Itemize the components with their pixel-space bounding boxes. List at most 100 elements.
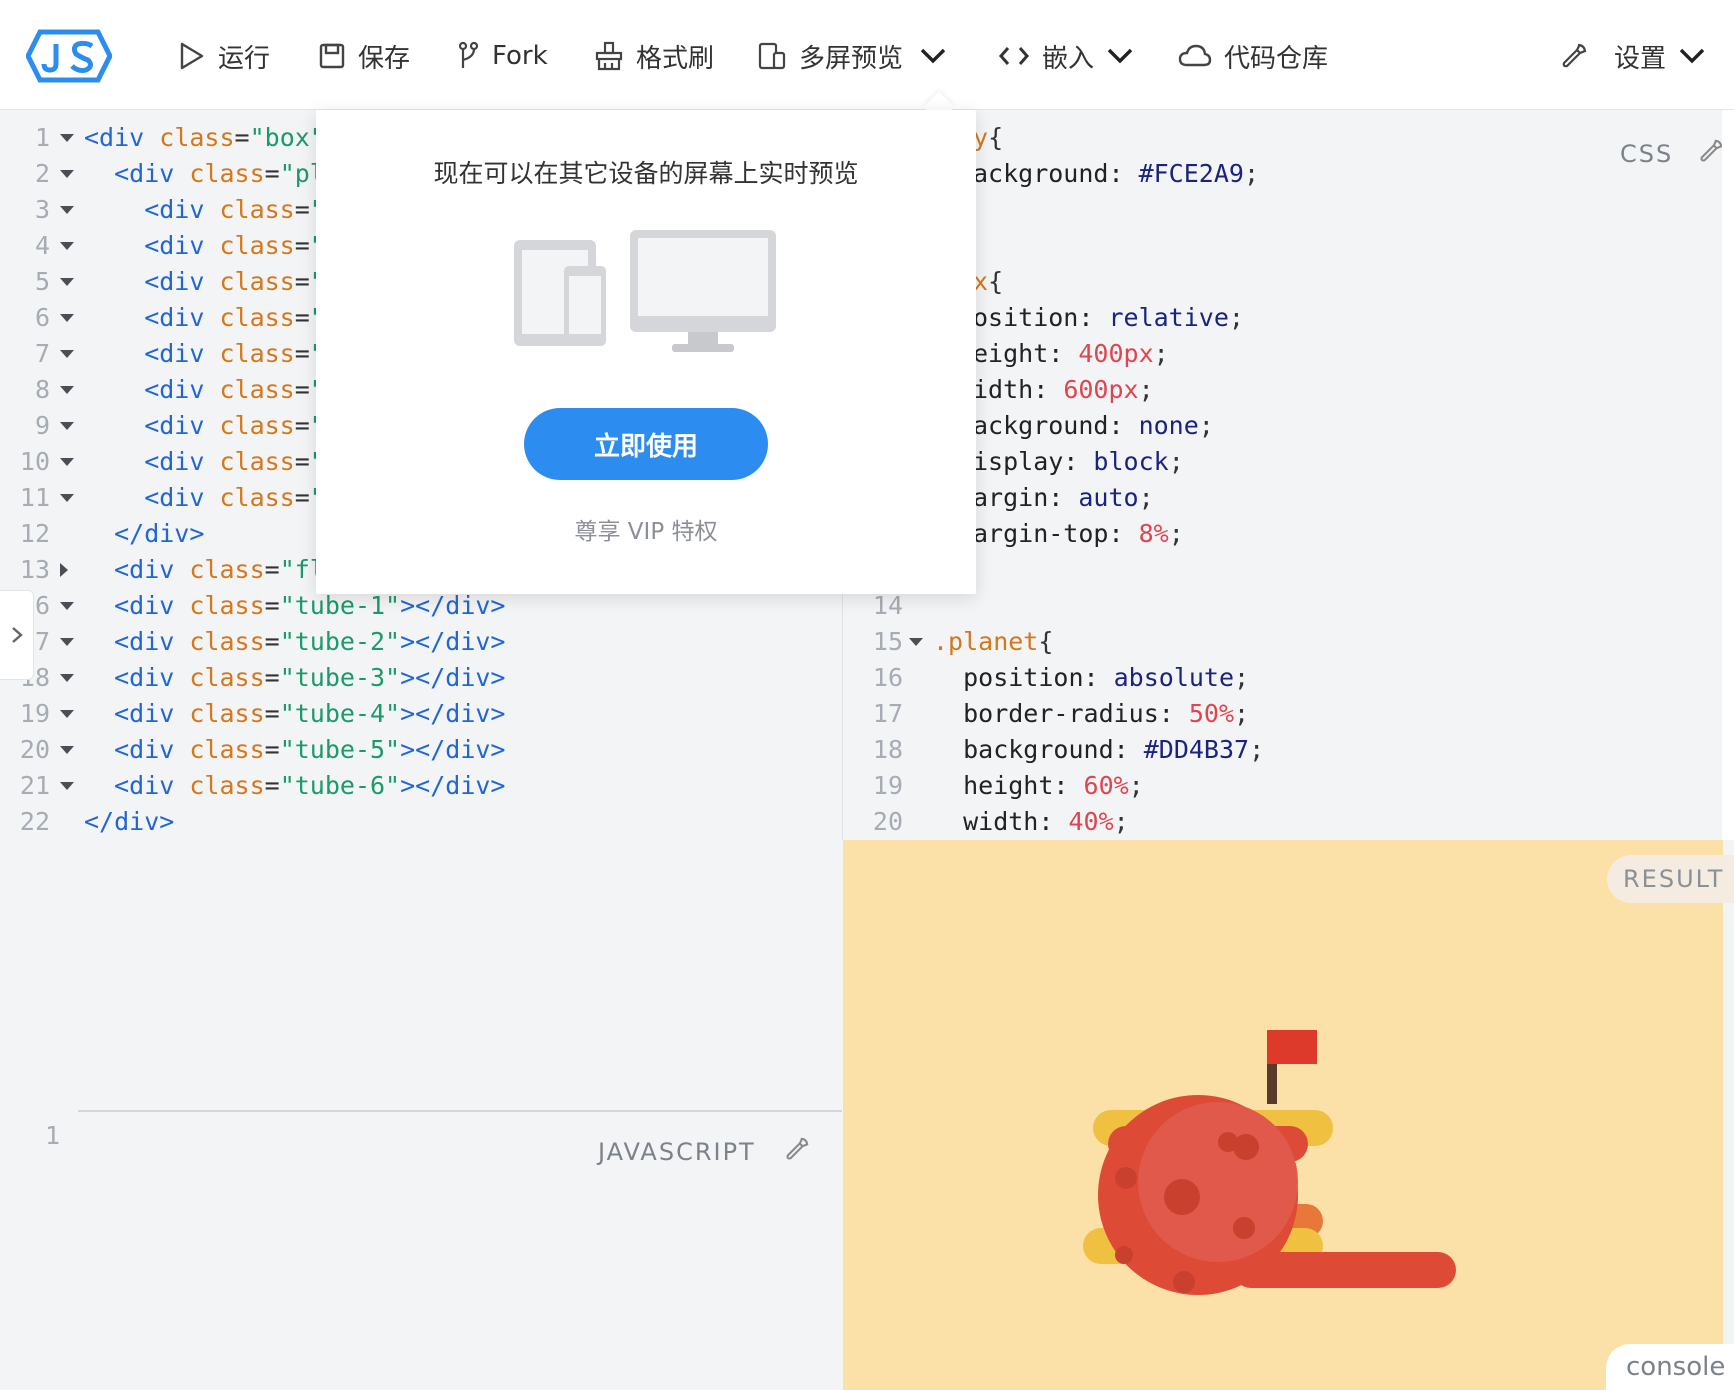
- fold-open-icon[interactable]: [60, 278, 74, 286]
- code-token: border-radius:: [933, 699, 1189, 728]
- code-token: ;: [1128, 771, 1144, 800]
- code-token: =: [294, 195, 310, 224]
- js-panel-label: JAVASCRIPT: [598, 1138, 756, 1166]
- fold-open-icon[interactable]: [60, 710, 74, 718]
- use-now-button[interactable]: 立即使用: [524, 408, 768, 480]
- js-settings-icon[interactable]: [784, 1136, 810, 1162]
- result-label[interactable]: RESULT: [1607, 855, 1734, 903]
- wrench-icon: [1562, 43, 1587, 68]
- code-token: =: [294, 483, 310, 512]
- line-number: 8: [34, 375, 50, 404]
- code-token: =: [264, 663, 280, 692]
- toolbar: 运行 保存 Fork 格式刷 多屏预览 嵌入 代码仓库 设置: [0, 0, 1734, 110]
- code-token: <div: [84, 231, 220, 260]
- css-code-line: isplay: block;: [973, 444, 1184, 480]
- line-number: 7: [34, 339, 50, 368]
- css-scrollbar[interactable]: [1722, 110, 1734, 840]
- code-token: class: [189, 555, 265, 584]
- result-preview[interactable]: [843, 840, 1723, 1390]
- code-token: ;: [1234, 699, 1250, 728]
- fold-open-icon[interactable]: [60, 314, 74, 322]
- html-code-line: <div class="tube-5"></div>: [84, 732, 505, 768]
- js-panel-divider[interactable]: [78, 1110, 842, 1112]
- code-token: ></div>: [400, 699, 506, 728]
- format-button[interactable]: 格式刷: [594, 34, 714, 78]
- fold-open-icon[interactable]: [60, 638, 74, 646]
- fold-open-icon[interactable]: [60, 602, 74, 610]
- css-settings-icon[interactable]: [1698, 138, 1724, 164]
- code-token: class: [219, 447, 295, 476]
- fold-open-icon[interactable]: [60, 134, 74, 142]
- code-token: "tube-6": [279, 771, 401, 800]
- fold-open-icon[interactable]: [60, 746, 74, 754]
- multiscreen-preview-button[interactable]: 多屏预览: [757, 34, 947, 78]
- code-token: {: [1038, 627, 1054, 656]
- line-number: 11: [19, 483, 50, 512]
- code-token: <div: [84, 339, 220, 368]
- code-token: <div: [84, 447, 220, 476]
- code-token: .planet: [933, 627, 1039, 656]
- console-button[interactable]: console: [1606, 1344, 1734, 1390]
- code-token: {: [988, 123, 1004, 152]
- css-code-line: idth: 600px;: [973, 372, 1154, 408]
- line-number: 3: [34, 195, 50, 224]
- fold-open-icon[interactable]: [60, 782, 74, 790]
- code-token: ;: [1138, 483, 1154, 512]
- code-token: <div: [84, 627, 190, 656]
- code-token: <div: [84, 699, 190, 728]
- code-token: <div: [84, 483, 220, 512]
- code-token: "tube-4": [279, 699, 401, 728]
- code-token: 50%: [1188, 699, 1235, 728]
- run-button[interactable]: 运行: [178, 34, 270, 78]
- css-code-line: border-radius: 50%;: [933, 696, 1249, 732]
- sidebar-toggle[interactable]: [0, 590, 34, 680]
- code-token: =: [234, 123, 250, 152]
- code-token: <div: [84, 555, 190, 584]
- code-token: class: [189, 627, 265, 656]
- code-token: class: [219, 303, 295, 332]
- embed-button[interactable]: 嵌入: [998, 34, 1134, 78]
- cloud-icon: [1178, 44, 1212, 67]
- code-token: =: [294, 231, 310, 260]
- code-token: 40%: [1068, 807, 1114, 836]
- html-code-line: <div class=": [84, 264, 325, 300]
- fold-open-icon[interactable]: [60, 242, 74, 250]
- code-token: ;: [1249, 735, 1265, 764]
- line-number: 15: [872, 627, 903, 656]
- save-button[interactable]: 保存: [318, 34, 410, 78]
- fold-open-icon[interactable]: [60, 458, 74, 466]
- code-token: ;: [1243, 159, 1259, 188]
- fold-open-icon[interactable]: [60, 350, 74, 358]
- code-token: class: [219, 231, 295, 260]
- fold-open-icon[interactable]: [60, 170, 74, 178]
- html-code-line: <div class=": [84, 480, 325, 516]
- code-token: 400px: [1078, 339, 1154, 368]
- fold-open-icon[interactable]: [909, 638, 923, 646]
- code-token: argin-top:: [973, 519, 1139, 548]
- fold-open-icon[interactable]: [60, 674, 74, 682]
- settings-button[interactable]: 设置: [1560, 34, 1706, 78]
- save-icon: [319, 43, 345, 69]
- fold-open-icon[interactable]: [60, 494, 74, 502]
- jsrun-logo-icon[interactable]: [26, 28, 112, 84]
- html-code-line: <div class="tube-4"></div>: [84, 696, 505, 732]
- line-number: 19: [872, 771, 903, 800]
- code-repo-button[interactable]: 代码仓库: [1178, 34, 1328, 78]
- code-token: =: [294, 411, 310, 440]
- line-number: 6: [34, 303, 50, 332]
- css-code-line: osition: relative;: [973, 300, 1244, 336]
- code-token: #FCE2A9: [1138, 159, 1244, 188]
- html-code-line: <div class=": [84, 300, 325, 336]
- css-code-line: .planet{: [933, 624, 1053, 660]
- fork-button[interactable]: Fork: [456, 34, 548, 78]
- code-token: <div: [84, 195, 220, 224]
- code-token: <div: [84, 123, 160, 152]
- code-token: "tube-5": [279, 735, 401, 764]
- fold-open-icon[interactable]: [60, 386, 74, 394]
- code-token: isplay:: [973, 447, 1094, 476]
- fold-open-icon[interactable]: [60, 422, 74, 430]
- fold-open-icon[interactable]: [60, 206, 74, 214]
- code-token: class: [219, 267, 295, 296]
- line-number: 18: [872, 735, 903, 764]
- fold-closed-icon[interactable]: [60, 563, 68, 577]
